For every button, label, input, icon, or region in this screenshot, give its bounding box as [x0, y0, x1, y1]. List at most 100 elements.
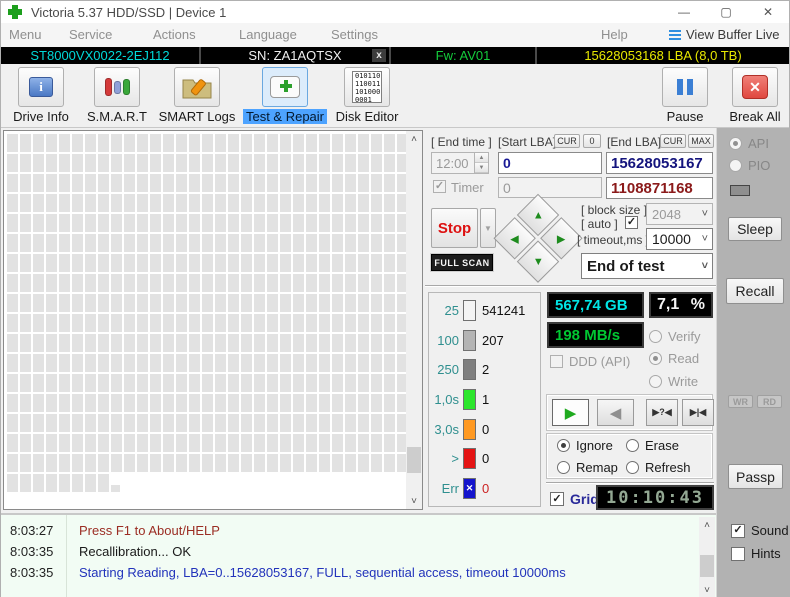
start-lba-cur-button[interactable]: CUR — [554, 134, 580, 148]
serial-close-button[interactable]: x — [372, 49, 386, 62]
break-all-button[interactable]: ✕ Break All — [723, 67, 787, 124]
stop-dropdown-button[interactable]: ▼ — [480, 208, 496, 248]
scan-block — [371, 414, 382, 432]
scan-block — [85, 174, 96, 192]
grid-scrollbar[interactable]: ˄ ˅ — [406, 131, 422, 509]
maximize-button[interactable]: ▢ — [705, 1, 747, 23]
stop-button[interactable]: Stop — [431, 208, 478, 248]
scan-block — [345, 374, 356, 392]
scan-block — [137, 414, 148, 432]
close-button[interactable]: ✕ — [747, 1, 789, 23]
smart-button[interactable]: S.M.A.R.T — [79, 67, 155, 124]
smart-logs-button[interactable]: SMART Logs — [156, 67, 238, 124]
passp-button[interactable]: Passp — [728, 464, 783, 489]
start-lba-secondary-input[interactable]: 0 — [498, 177, 602, 198]
log-scrollbar[interactable]: ˄ ˅ — [699, 517, 715, 597]
grid-scroll-up-icon[interactable]: ˄ — [406, 131, 422, 147]
grid-scroll-down-icon[interactable]: ˅ — [406, 493, 422, 509]
full-scan-button[interactable]: FULL SCAN — [430, 253, 494, 272]
verify-radio[interactable]: Verify — [649, 329, 701, 344]
stat-row-1s: 1,0s 1 — [429, 386, 540, 412]
skip-button[interactable]: ▶|◀ — [682, 399, 714, 426]
menu-item-actions[interactable]: Actions — [153, 27, 196, 42]
radio-icon — [649, 352, 662, 365]
start-lba-zero-button[interactable]: 0 — [583, 134, 601, 148]
next-error-button[interactable]: ▶?◀ — [646, 399, 678, 426]
menu-item-service[interactable]: Service — [69, 27, 112, 42]
remap-radio[interactable]: Remap — [557, 460, 618, 475]
scan-block — [202, 414, 213, 432]
write-radio[interactable]: Write — [649, 374, 698, 389]
menu-item-language[interactable]: Language — [239, 27, 297, 42]
log-scroll-up-icon[interactable]: ˄ — [699, 517, 715, 533]
start-lba-input[interactable]: 0 — [498, 152, 602, 174]
refresh-radio[interactable]: Refresh — [626, 460, 691, 475]
scan-block — [293, 454, 304, 472]
end-lba-input[interactable]: 15628053167 — [606, 152, 713, 174]
scan-block — [72, 174, 83, 192]
grid-scroll-thumb[interactable] — [407, 447, 421, 473]
end-time-spinner[interactable]: ▲ ▼ — [474, 153, 488, 173]
menu-item-help[interactable]: Help — [601, 27, 628, 42]
timer-checkbox[interactable]: ✓ — [433, 180, 446, 193]
sleep-button[interactable]: Sleep — [728, 217, 782, 241]
smart-label: S.M.A.R.T — [87, 109, 147, 124]
scan-block — [189, 394, 200, 412]
disk-editor-button[interactable]: 010110 110011 101000 0001 Disk Editor — [331, 67, 403, 124]
ignore-radio[interactable]: Ignore — [557, 438, 613, 453]
pio-radio[interactable]: PIO — [729, 158, 770, 173]
auto-checkbox[interactable]: ✓ — [625, 216, 638, 229]
end-lba-secondary-input[interactable]: 1108871168 — [606, 177, 713, 199]
end-lba-max-button[interactable]: MAX — [688, 134, 714, 148]
sound-checkbox[interactable]: ✓ Sound — [731, 523, 789, 538]
timer-label: Timer — [451, 180, 484, 195]
hints-checkbox[interactable]: Hints — [731, 546, 781, 561]
end-lba-cur-button[interactable]: CUR — [660, 134, 686, 148]
scan-block — [189, 134, 200, 152]
rd-button[interactable]: RD — [757, 395, 782, 408]
test-repair-label: Test & Repair — [242, 109, 328, 124]
scan-block — [72, 314, 83, 332]
scan-block — [241, 314, 252, 332]
minimize-button[interactable]: — — [663, 1, 705, 23]
grid-checkbox[interactable]: ✓ Grid — [550, 491, 599, 507]
scan-block — [345, 274, 356, 292]
scan-block — [202, 354, 213, 372]
end-time-input[interactable]: 12:00 ▲ ▼ — [431, 152, 489, 174]
api-radio[interactable]: API — [729, 136, 769, 151]
scan-block — [254, 414, 265, 432]
block-size-combo[interactable]: 2048 ˅ — [646, 203, 713, 225]
scan-block — [72, 274, 83, 292]
scan-block — [254, 334, 265, 352]
scan-block — [202, 294, 213, 312]
log-scroll-thumb[interactable] — [700, 555, 714, 577]
scan-block — [306, 274, 317, 292]
scan-block — [33, 414, 44, 432]
wr-button[interactable]: WR — [728, 395, 753, 408]
scan-block — [33, 374, 44, 392]
stat-row-err: Err ✕ 0 — [429, 475, 540, 501]
scan-block — [332, 454, 343, 472]
end-action-combo[interactable]: End of test ˅ — [581, 253, 713, 279]
menu-item-menu[interactable]: Menu — [9, 27, 42, 42]
read-radio[interactable]: Read — [649, 351, 699, 366]
scan-block — [7, 174, 18, 192]
pause-button[interactable]: Pause — [653, 67, 717, 124]
reverse-scan-button[interactable]: ◀ — [597, 399, 634, 426]
timeout-combo[interactable]: 10000 ˅ — [646, 228, 713, 250]
spin-up-icon[interactable]: ▲ — [475, 153, 488, 163]
log-scroll-down-icon[interactable]: ˅ — [699, 582, 715, 597]
menu-item-view-buffer-live[interactable]: View Buffer Live — [686, 27, 779, 42]
menu-item-settings[interactable]: Settings — [331, 27, 378, 42]
start-scan-button[interactable]: ▶ — [552, 399, 589, 426]
scan-block — [332, 134, 343, 152]
ddd-api-checkbox[interactable]: DDD (API) — [550, 354, 630, 369]
drive-info-button[interactable]: i Drive Info — [3, 67, 79, 124]
erase-radio[interactable]: Erase — [626, 438, 679, 453]
scan-block — [33, 174, 44, 192]
scan-block — [293, 334, 304, 352]
scan-block — [345, 354, 356, 372]
recall-button[interactable]: Recall — [726, 278, 784, 304]
spin-down-icon[interactable]: ▼ — [475, 163, 488, 173]
test-repair-button[interactable]: Test & Repair — [239, 67, 331, 124]
